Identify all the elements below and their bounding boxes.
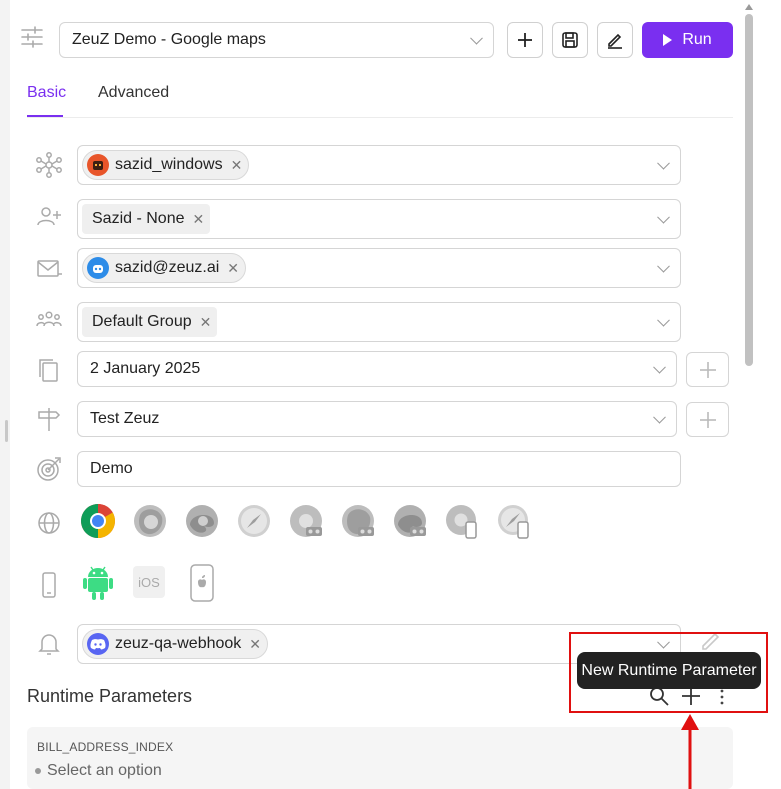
safari-mobile-icon[interactable] <box>496 503 532 539</box>
chrome-mobile-icon[interactable] <box>444 503 480 539</box>
close-icon[interactable]: ✕ <box>193 211 205 228</box>
add-date-button[interactable] <box>686 352 729 387</box>
pencil-icon <box>608 33 622 49</box>
parameter-placeholder: Select an option <box>47 762 162 779</box>
bullet-icon <box>35 768 41 774</box>
edge-icon[interactable] <box>184 503 220 539</box>
deploy-panel: ZeuZ Demo - Google maps Run Basic Advanc… <box>0 0 781 789</box>
test-set-value: ZeuZ Demo - Google maps <box>72 31 266 48</box>
date-select[interactable]: 2 January 2025 <box>77 351 677 387</box>
filter-sliders-icon[interactable] <box>19 24 45 50</box>
iphone-icon[interactable] <box>190 564 214 607</box>
test-set-select[interactable]: ZeuZ Demo - Google maps <box>59 22 494 58</box>
close-icon[interactable]: ✕ <box>231 157 243 174</box>
chevron-down-icon <box>653 410 666 424</box>
plus-icon <box>518 33 532 47</box>
run-label: Run <box>682 31 712 48</box>
left-rail <box>0 0 10 789</box>
close-icon[interactable]: ✕ <box>227 260 239 277</box>
tab-advanced[interactable]: Advanced <box>98 84 169 102</box>
runtime-parameters-title: Runtime Parameters <box>27 686 193 706</box>
vertical-scrollbar[interactable] <box>745 14 753 366</box>
objective-input[interactable]: Demo <box>77 451 681 487</box>
add-milestone-button[interactable] <box>686 402 729 437</box>
globe-icon <box>35 509 63 537</box>
signpost-icon <box>35 405 63 433</box>
scroll-up-arrow[interactable] <box>745 4 753 10</box>
mail-icon <box>35 255 63 283</box>
chevron-down-icon <box>657 210 670 224</box>
copy-icon <box>35 356 63 384</box>
assignee-name: Sazid - None <box>92 210 185 227</box>
node-name: sazid_windows <box>115 156 223 173</box>
phone-icon <box>35 571 63 599</box>
edge-headless-icon[interactable] <box>392 503 428 539</box>
chevron-down-icon <box>657 156 670 170</box>
target-icon <box>35 455 63 483</box>
group-chip: Default Group ✕ <box>82 307 218 337</box>
node-select[interactable]: sazid_windows ✕ <box>77 145 681 185</box>
play-icon <box>663 34 673 46</box>
milestone-value: Test Zeuz <box>90 410 160 427</box>
discord-icon <box>87 633 109 655</box>
run-button[interactable]: Run <box>642 22 733 58</box>
bell-icon <box>35 630 63 658</box>
edit-button[interactable] <box>597 22 633 58</box>
tab-basic[interactable]: Basic <box>27 84 66 102</box>
save-icon <box>562 32 578 48</box>
close-icon[interactable]: ✕ <box>200 314 212 331</box>
objective-value: Demo <box>90 460 133 477</box>
assignee-select[interactable]: Sazid - None ✕ <box>77 199 681 239</box>
chevron-down-icon <box>657 259 670 273</box>
ios-icon[interactable]: iOS <box>133 566 165 598</box>
runtime-parameter-card: BILL_ADDRESS_INDEX Select an option <box>27 727 733 789</box>
chrome-icon[interactable] <box>80 503 116 539</box>
email-value: sazid@zeuz.ai <box>115 259 220 276</box>
close-icon[interactable]: ✕ <box>249 636 261 653</box>
chrome-headless-icon[interactable] <box>288 503 324 539</box>
email-chip: sazid@zeuz.ai ✕ <box>82 253 247 283</box>
assignee-chip: Sazid - None ✕ <box>82 204 211 234</box>
firefox-icon[interactable] <box>132 503 168 539</box>
chevron-down-icon <box>657 313 670 327</box>
save-button[interactable] <box>552 22 588 58</box>
add-user-icon <box>35 203 63 231</box>
network-nodes-icon <box>35 151 63 179</box>
chevron-down-icon <box>470 31 483 45</box>
robot-avatar-icon <box>87 154 109 176</box>
annotation-highlight-box <box>569 632 768 713</box>
webhook-chip: zeuz-qa-webhook ✕ <box>82 629 269 659</box>
parameter-name: BILL_ADDRESS_INDEX <box>37 740 174 754</box>
chevron-down-icon <box>653 360 666 374</box>
tab-divider <box>27 117 733 118</box>
android-icon[interactable] <box>83 565 113 606</box>
group-icon <box>35 305 63 333</box>
parameter-value-select[interactable]: Select an option <box>35 762 162 780</box>
milestone-select[interactable]: Test Zeuz <box>77 401 677 437</box>
resize-handle[interactable] <box>5 420 8 442</box>
firefox-headless-icon[interactable] <box>340 503 376 539</box>
node-chip: sazid_windows ✕ <box>82 150 250 180</box>
annotation-arrow-icon <box>681 714 699 789</box>
email-select[interactable]: sazid@zeuz.ai ✕ <box>77 248 681 288</box>
webhook-name: zeuz-qa-webhook <box>115 635 242 652</box>
date-value: 2 January 2025 <box>90 360 201 377</box>
add-button[interactable] <box>507 22 543 58</box>
group-name: Default Group <box>92 313 192 330</box>
bot-avatar-icon <box>87 257 109 279</box>
group-select[interactable]: Default Group ✕ <box>77 302 681 342</box>
plus-icon <box>699 361 716 378</box>
plus-icon <box>699 411 716 428</box>
safari-icon[interactable] <box>236 503 272 539</box>
